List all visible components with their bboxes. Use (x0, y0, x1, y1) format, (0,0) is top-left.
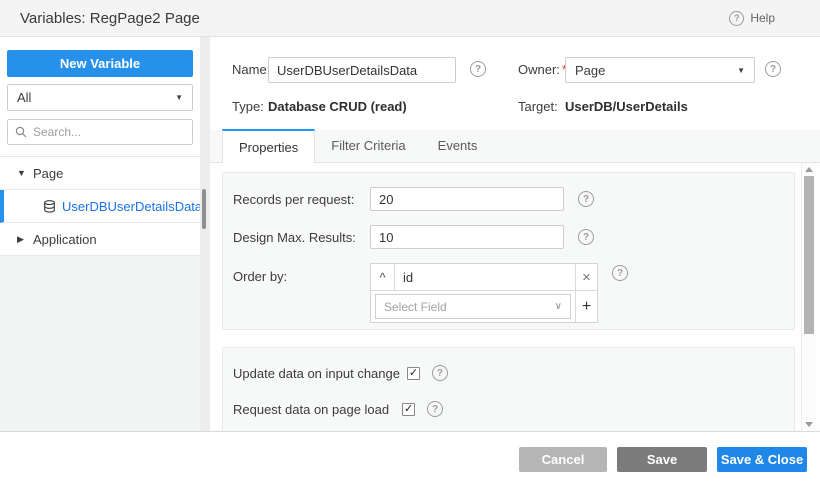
target-label: Target: (518, 99, 558, 114)
select-field-placeholder: Select Field (384, 300, 447, 314)
sort-direction-button[interactable]: ^ (371, 264, 395, 290)
order-by-field-value: id (395, 264, 575, 290)
caret-down-icon: ▼ (175, 93, 183, 102)
order-by-label: Order by: (233, 263, 370, 284)
help-icon: ? (729, 11, 744, 26)
tree-group-application[interactable]: ▶ Application (0, 223, 200, 256)
tree-item-userdbuserdetailsdata[interactable]: UserDBUserDetailsData (0, 190, 200, 223)
variable-filter-select[interactable]: All ▼ (7, 84, 193, 111)
order-by-row: Order by: ^ id × Select Field (233, 263, 794, 323)
design-max-results-input[interactable] (370, 225, 564, 249)
add-field-button[interactable]: + (575, 291, 597, 322)
help-button[interactable]: ? Help (729, 11, 775, 26)
variables-sidebar: New Variable All ▼ ▼ Page (0, 37, 200, 431)
dialog-header: Variables: RegPage2 Page ? Help (0, 0, 820, 37)
variable-editor: Name:* ? Owner:* Page ▼ ? Type: Database… (210, 37, 820, 431)
order-by-entry: ^ id × (371, 264, 597, 291)
order-by-add-row: Select Field ∨ + (371, 291, 597, 322)
target-value: UserDB/UserDetails (565, 99, 688, 114)
caret-down-icon: ▼ (737, 66, 745, 75)
select-field-dropdown[interactable]: Select Field ∨ (375, 294, 571, 319)
behavior-settings-card: Update data on input change ✓ ? Request … (222, 347, 795, 431)
database-variable-icon (43, 200, 56, 213)
remove-field-button[interactable]: × (575, 264, 597, 290)
scroll-down-arrow-icon[interactable] (805, 422, 813, 427)
tree-item-label: UserDBUserDetailsData (62, 199, 202, 214)
dialog-body: New Variable All ▼ ▼ Page (0, 37, 820, 431)
sidebar-scrollbar-track[interactable] (200, 37, 210, 431)
chevron-down-icon: ∨ (555, 301, 562, 312)
new-variable-button[interactable]: New Variable (7, 50, 193, 77)
content-scrollbar-track[interactable] (801, 163, 816, 431)
name-help-icon[interactable]: ? (470, 61, 486, 77)
search-input[interactable] (33, 125, 173, 139)
order-by-widget: ^ id × Select Field ∨ (370, 263, 598, 323)
dialog-footer: Cancel Save Save & Close (0, 431, 820, 486)
update-data-label: Update data on input change (233, 366, 400, 381)
owner-select[interactable]: Page ▼ (565, 57, 755, 83)
owner-value: Page (575, 63, 605, 78)
order-by-help-icon[interactable]: ? (612, 265, 628, 281)
records-per-request-row: Records per request: ? (233, 187, 794, 211)
type-label: Type: (232, 99, 264, 114)
search-icon (15, 126, 27, 138)
tab-properties[interactable]: Properties (222, 129, 315, 163)
save-and-close-button[interactable]: Save & Close (717, 447, 807, 472)
update-data-help-icon[interactable]: ? (432, 365, 448, 381)
records-per-request-label: Records per request: (233, 192, 370, 207)
variables-tree: ▼ Page UserDBUserDetailsData ▶ Applicati… (0, 156, 200, 256)
request-data-row: Request data on page load ✓ ? (233, 401, 794, 417)
update-data-row: Update data on input change ✓ ? (233, 365, 794, 381)
tab-events[interactable]: Events (422, 129, 494, 162)
owner-help-icon[interactable]: ? (765, 61, 781, 77)
design-max-results-label: Design Max. Results: (233, 230, 370, 245)
records-help-icon[interactable]: ? (578, 191, 594, 207)
sidebar-scrollbar-thumb[interactable] (202, 189, 206, 229)
content-scrollbar-thumb[interactable] (804, 176, 814, 334)
tree-group-page[interactable]: ▼ Page (0, 157, 200, 190)
tree-expanded-icon: ▼ (17, 168, 29, 178)
update-data-checkbox[interactable]: ✓ (407, 367, 420, 380)
variable-filter-value: All (17, 90, 31, 105)
name-input[interactable] (268, 57, 456, 83)
variable-summary: Name:* ? Owner:* Page ▼ ? Type: Database… (210, 37, 820, 130)
design-max-results-row: Design Max. Results: ? (233, 225, 794, 249)
data-settings-card: Records per request: ? Design Max. Resul… (222, 172, 795, 330)
tab-filter-criteria[interactable]: Filter Criteria (315, 129, 421, 162)
variables-dialog: Variables: RegPage2 Page ? Help New Vari… (0, 0, 820, 486)
tree-group-label: Page (33, 166, 63, 181)
owner-label: Owner:* (518, 62, 567, 77)
request-data-help-icon[interactable]: ? (427, 401, 443, 417)
request-data-checkbox[interactable]: ✓ (402, 403, 415, 416)
cancel-button[interactable]: Cancel (519, 447, 607, 472)
search-box (7, 119, 193, 145)
page-title: Variables: RegPage2 Page (20, 10, 200, 27)
records-per-request-input[interactable] (370, 187, 564, 211)
editor-tabs: Properties Filter Criteria Events (210, 130, 820, 163)
max-results-help-icon[interactable]: ? (578, 229, 594, 245)
request-data-label: Request data on page load (233, 402, 389, 417)
help-label: Help (750, 11, 775, 25)
save-button[interactable]: Save (617, 447, 707, 472)
type-value: Database CRUD (read) (268, 99, 407, 114)
tree-collapsed-icon: ▶ (17, 234, 29, 245)
properties-panel: Records per request: ? Design Max. Resul… (210, 163, 820, 431)
scroll-up-arrow-icon[interactable] (805, 167, 813, 172)
sidebar-controls: New Variable All ▼ (0, 37, 200, 156)
tree-group-label: Application (33, 232, 97, 247)
